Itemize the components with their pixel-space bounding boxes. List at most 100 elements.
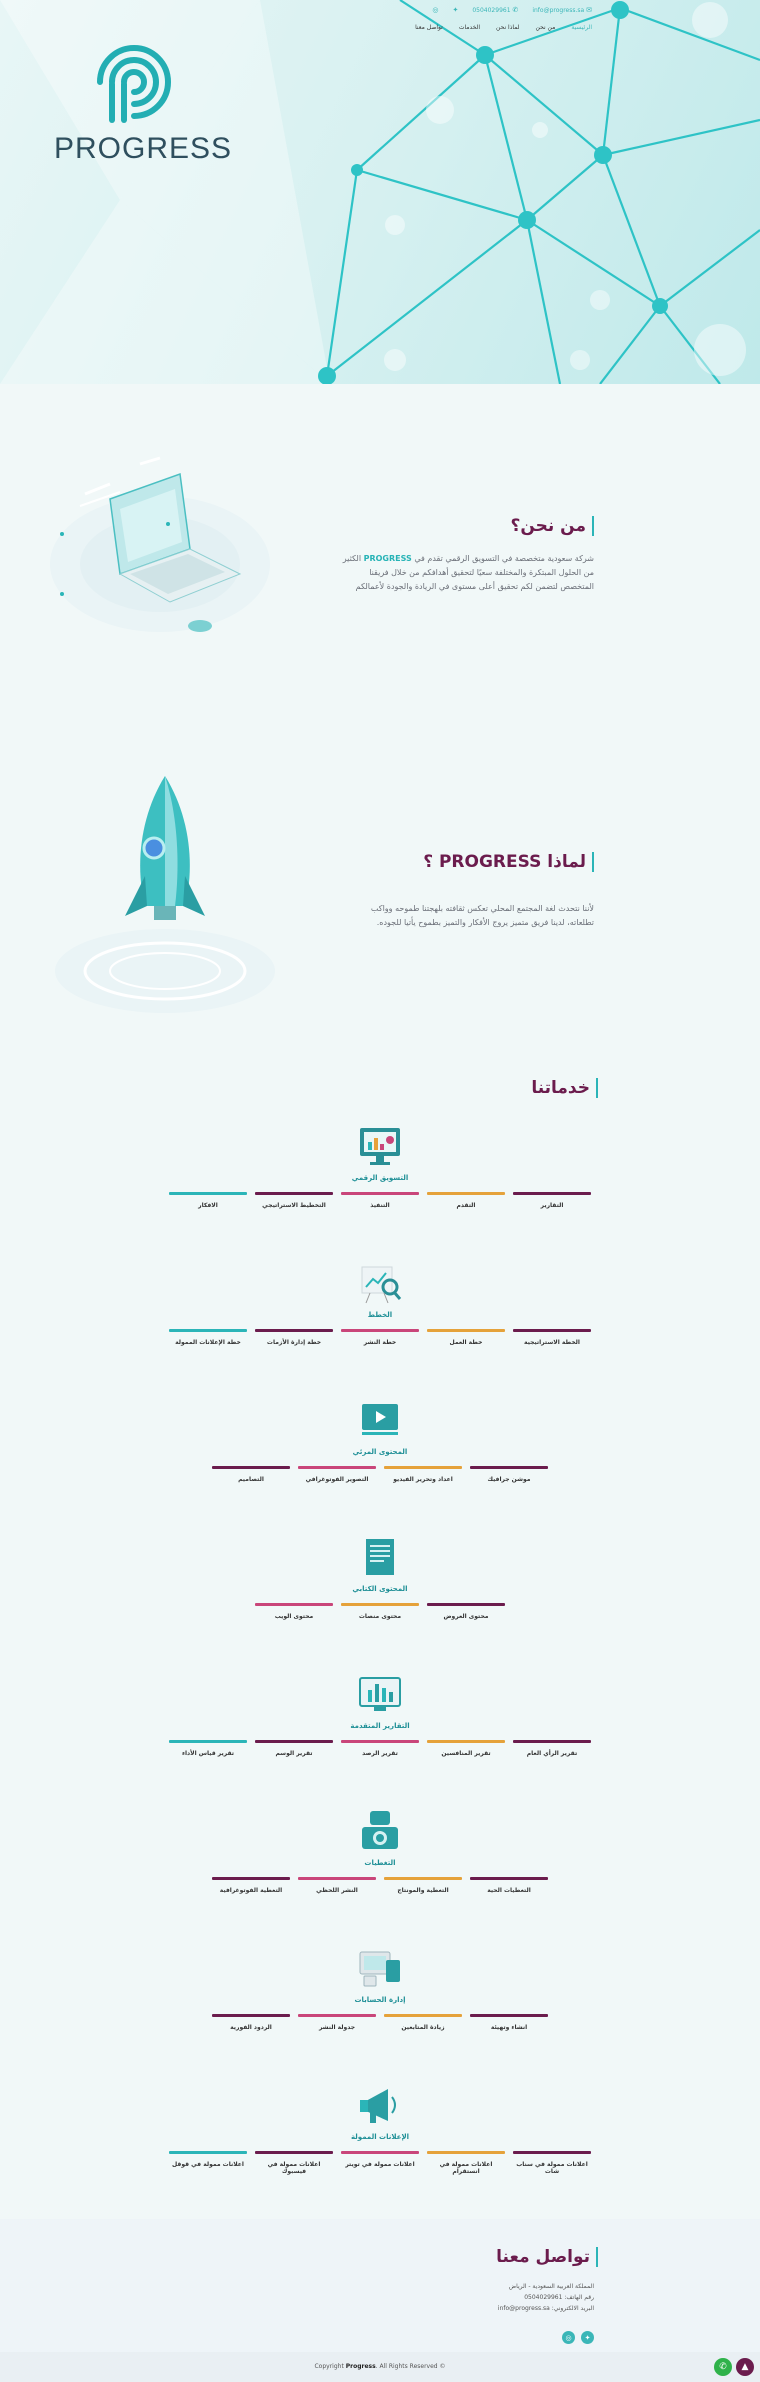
- whatsapp-button[interactable]: ✆: [714, 2358, 732, 2376]
- why-section: لماذا PROGRESS ؟ لأننا نتحدث لغة المجتمع…: [0, 726, 760, 1056]
- service-item-label: موشن جرافيك: [487, 1476, 531, 1483]
- service-item: الافكار: [169, 1192, 247, 1209]
- service-item-label: التقارير: [540, 1202, 564, 1209]
- service-item: خطة النشر: [341, 1329, 419, 1346]
- contact-email[interactable]: البريد الالكتروني: info@progress.sa: [498, 2303, 594, 2314]
- instagram-icon[interactable]: ◎: [562, 2331, 575, 2344]
- service-item-label: التصاميم: [238, 1476, 264, 1483]
- footer: Copyright Progress. All Rights Reserved …: [0, 2352, 760, 2382]
- email-contact[interactable]: ✉ info@progress.sa: [532, 6, 592, 14]
- service-item-label: خطة العمل: [449, 1339, 483, 1346]
- service-item-label: خطة النشر: [363, 1339, 397, 1346]
- service-item: التنفيذ: [341, 1192, 419, 1209]
- service-item-label: محتوى منصات: [358, 1613, 402, 1620]
- service-item-label: تقرير الرأي العام: [526, 1750, 578, 1757]
- service-category-title: إدارة الحسابات: [354, 1996, 406, 2004]
- contact-address: المملكة العربية السعودية - الرياض: [508, 2283, 594, 2290]
- service-item: خطة إدارة الأزمات: [255, 1329, 333, 1346]
- service-item-label: انشاء وتهيئة: [490, 2024, 528, 2031]
- service-item: التغطية الفوتوغرافية: [212, 1877, 290, 1894]
- service-item-bar: [513, 2151, 591, 2154]
- nav-why[interactable]: لماذا نحن: [496, 24, 519, 31]
- service-category: المحتوى الكتابي محتوى العروض محتوى منصات مح…: [0, 1535, 760, 1620]
- service-item: اعلانات ممولة في فيسبوك: [255, 2151, 333, 2175]
- top-bar: ✉ info@progress.sa ✆ 0504029961 ✦ ◎ الرئ…: [415, 6, 592, 31]
- service-item-label: الافكار: [198, 1202, 218, 1209]
- service-item: خطة الإعلانات الممولة: [169, 1329, 247, 1346]
- service-item-label: التغطية الفوتوغرافية: [219, 1887, 283, 1894]
- service-item: اعلانات ممولة في سناب شات: [513, 2151, 591, 2175]
- service-item: التقارير: [513, 1192, 591, 1209]
- service-item: التصوير الفوتوغرافي: [298, 1466, 376, 1483]
- why-text: لأننا نتحدث لغة المجتمع المحلي تعكس ثقاف…: [370, 904, 594, 927]
- service-item: محتوى العروض: [427, 1603, 505, 1620]
- service-items: تقرير الرأي العام تقرير المنافسين تقرير ال…: [0, 1740, 760, 1757]
- main-nav: الرئيسية من نحن لماذا نحن الخدمات تواصل …: [415, 24, 592, 31]
- service-category: الخطط الخطة الاستراتيجية خطة العمل خطة النش…: [0, 1261, 760, 1346]
- service-item-label: التغطية والمونتاج: [397, 1887, 449, 1894]
- service-item-bar: [298, 2014, 376, 2017]
- service-item: انشاء وتهيئة: [470, 2014, 548, 2031]
- service-items: الخطة الاستراتيجية خطة العمل خطة النشر خطة …: [0, 1329, 760, 1346]
- service-item-bar: [341, 2151, 419, 2154]
- service-item: تقرير الرصد: [341, 1740, 419, 1757]
- service-item-bar: [341, 1192, 419, 1195]
- service-item-bar: [255, 1740, 333, 1743]
- video-player-icon: [362, 1404, 398, 1435]
- service-item-label: تقرير المنافسين: [441, 1750, 491, 1757]
- logo-wordmark: PROGRESS: [54, 132, 233, 165]
- service-items: التقارير التقدم التنفيذ التخطيط الاستراتيجي…: [0, 1192, 760, 1209]
- contact-social: ◎ ✦: [562, 2331, 594, 2344]
- service-category-title: التسويق الرقمي: [351, 1174, 409, 1182]
- service-item-label: محتوى العروض: [443, 1613, 489, 1620]
- service-item-bar: [513, 1192, 591, 1195]
- nav-home[interactable]: الرئيسية: [571, 24, 592, 31]
- service-item-bar: [384, 1877, 462, 1880]
- service-item-bar: [384, 1466, 462, 1469]
- service-category: الإعلانات الممولة اعلانات ممولة في سناب ش…: [0, 2083, 760, 2175]
- service-item-label: خطة إدارة الأزمات: [266, 1339, 322, 1346]
- service-item: التغطية والمونتاج: [384, 1877, 462, 1894]
- service-category-title: التقارير المتقدمة: [350, 1722, 410, 1730]
- about-section: من نحن؟ شركة سعودية متخصصة في التسويق ال…: [0, 384, 760, 726]
- service-item-label: محتوى الويب: [274, 1613, 314, 1620]
- rocket-illustration: [55, 776, 275, 1013]
- nav-services[interactable]: الخدمات: [459, 24, 480, 31]
- service-item: النشر اللحظي: [298, 1877, 376, 1894]
- service-item-bar: [513, 1740, 591, 1743]
- service-item-bar: [169, 2151, 247, 2154]
- service-items: اعلانات ممولة في سناب شات اعلانات ممولة ف…: [0, 2151, 760, 2175]
- service-items: انشاء وتهيئة زيادة المتابعين جدولة النشر ال…: [0, 2014, 760, 2031]
- nav-contact[interactable]: تواصل معنا: [415, 24, 443, 31]
- service-category: التقارير المتقدمة تقرير الرأي العام تقرير …: [0, 1672, 760, 1757]
- logo[interactable]: PROGRESS: [54, 40, 233, 166]
- twitter-icon[interactable]: ✦: [452, 6, 458, 14]
- service-item-label: الخطة الاستراتيجية: [524, 1339, 580, 1346]
- service-item-label: تقرير قياس الأداء: [181, 1750, 235, 1757]
- back-to-top-button[interactable]: ▲: [736, 2358, 754, 2376]
- arrow-up-icon: ▲: [741, 2362, 749, 2372]
- logo-mark-icon: [97, 45, 171, 123]
- service-category: التغطيات التغطيات الحية التغطية والمونتاج ا…: [0, 1809, 760, 1894]
- service-item-label: جدولة النشر: [318, 2024, 356, 2031]
- service-item: محتوى الويب: [255, 1603, 333, 1620]
- service-item-bar: [341, 1329, 419, 1332]
- service-category: إدارة الحسابات انشاء وتهيئة زيادة المتابعي…: [0, 1946, 760, 2031]
- service-item-bar: [341, 1740, 419, 1743]
- service-item-label: التصوير الفوتوغرافي: [305, 1476, 369, 1483]
- instagram-icon[interactable]: ◎: [432, 6, 438, 14]
- contact-phone[interactable]: رقم الهاتف: 0504029961: [498, 2292, 594, 2303]
- service-item: جدولة النشر: [298, 2014, 376, 2031]
- service-item-label: اعلانات ممولة في فيسبوك: [267, 2161, 321, 2175]
- service-item-bar: [384, 2014, 462, 2017]
- service-items: موشن جرافيك اعداد وتحرير الفيديو التصوير ا…: [0, 1466, 760, 1483]
- phone-icon: ✆: [512, 6, 519, 14]
- service-item-bar: [255, 2151, 333, 2154]
- phone-contact[interactable]: ✆ 0504029961: [472, 6, 518, 14]
- service-item-bar: [341, 1603, 419, 1606]
- service-item-label: تقرير الرصد: [362, 1750, 398, 1757]
- service-item-bar: [255, 1603, 333, 1606]
- twitter-icon[interactable]: ✦: [581, 2331, 594, 2344]
- nav-about[interactable]: من نحن: [536, 24, 556, 31]
- service-item-label: اعلانات ممولة في سناب شات: [516, 2161, 588, 2175]
